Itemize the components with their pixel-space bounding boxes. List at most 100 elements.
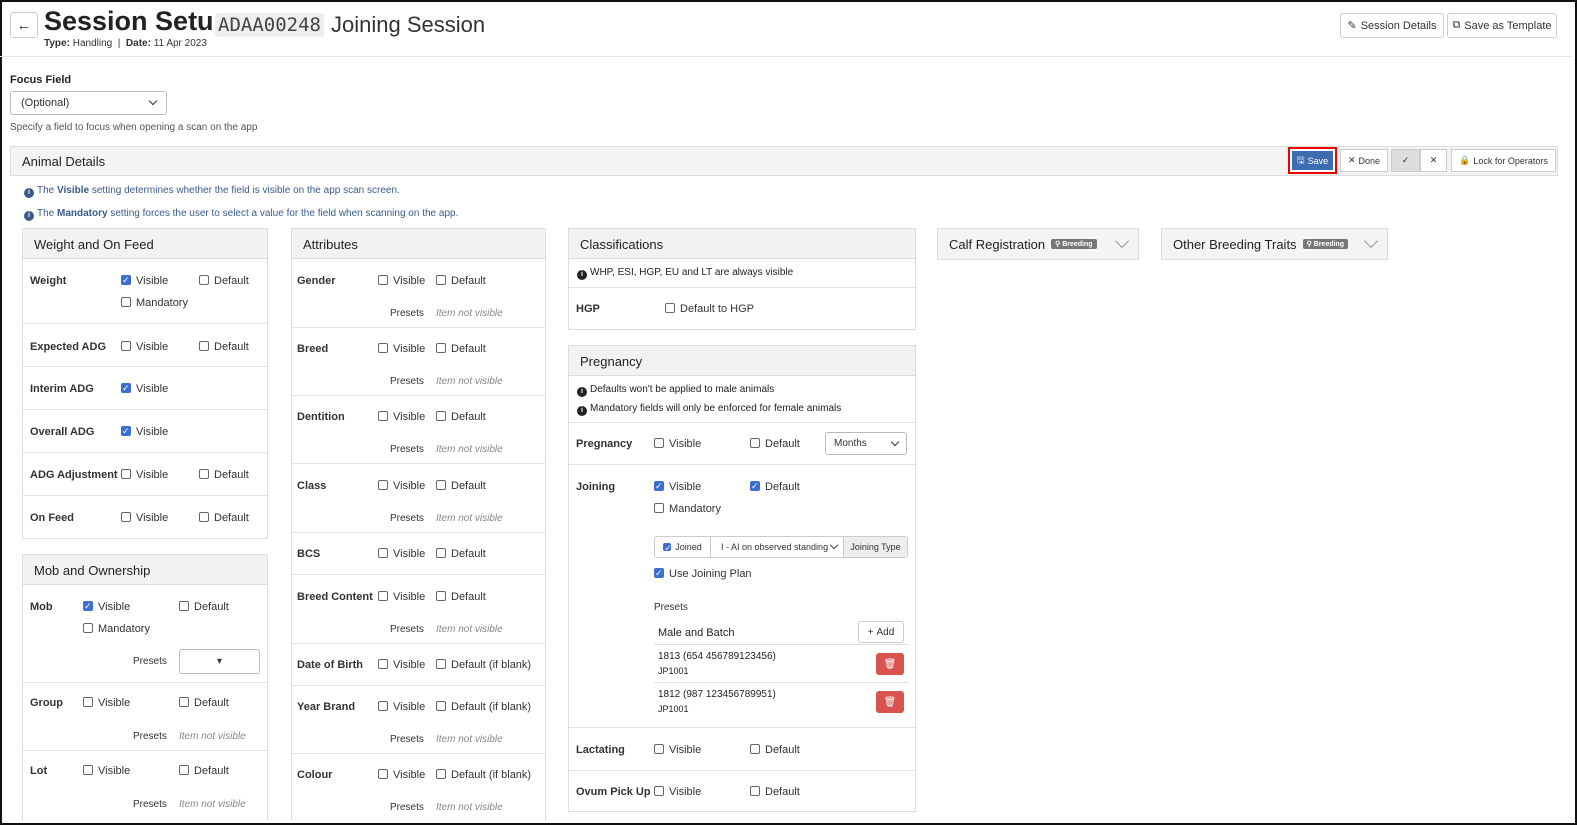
- back-button[interactable]: ←: [10, 12, 38, 38]
- ovum-visible-checkbox[interactable]: Visible: [654, 786, 701, 798]
- focus-field-select[interactable]: (Optional): [10, 91, 167, 115]
- interim-adg-visible-checkbox[interactable]: Visible: [121, 382, 168, 395]
- group-visible-checkbox[interactable]: Visible: [83, 697, 130, 709]
- mob-default-checkbox[interactable]: Default: [179, 601, 229, 613]
- lot-visible-checkbox[interactable]: Visible: [83, 765, 130, 777]
- weight-mandatory-checkbox[interactable]: Mandatory: [121, 297, 188, 309]
- dob-visible-checkbox[interactable]: Visible: [378, 659, 425, 671]
- divider: [569, 727, 915, 728]
- info-icon: i: [577, 387, 587, 397]
- on-feed-default-checkbox[interactable]: Default: [199, 512, 249, 524]
- confirm-toggle-button[interactable]: ✓: [1391, 149, 1420, 172]
- class-default-checkbox[interactable]: Default: [436, 480, 486, 492]
- breed-default-checkbox[interactable]: Default: [436, 343, 486, 355]
- item-not-visible: Item not visible: [436, 376, 503, 387]
- visible-info: i The Visible setting determines whether …: [24, 185, 400, 198]
- other-breeding-traits-panel[interactable]: Other Breeding Traits ⚲ Breeding: [1161, 228, 1388, 260]
- checkbox-icon: [436, 411, 446, 421]
- delete-preset-button[interactable]: 🗑: [876, 691, 904, 713]
- breed-visible-checkbox[interactable]: Visible: [378, 343, 425, 355]
- add-preset-button[interactable]: + Add: [858, 621, 904, 643]
- info-icon: i: [24, 211, 34, 221]
- mob-mandatory-checkbox[interactable]: Mandatory: [83, 623, 150, 635]
- year-brand-visible-checkbox[interactable]: Visible: [378, 701, 425, 713]
- divider: [654, 682, 908, 683]
- checkbox-icon: [121, 512, 131, 522]
- checkbox-icon: [436, 343, 446, 353]
- item-not-visible: Item not visible: [436, 513, 503, 524]
- overall-adg-visible-checkbox[interactable]: Visible: [121, 425, 168, 438]
- joined-checkbox-addon[interactable]: Joined: [655, 537, 711, 557]
- done-button[interactable]: ✕ Done: [1340, 149, 1388, 172]
- divider: [569, 422, 915, 423]
- expected-adg-visible-checkbox[interactable]: Visible: [121, 341, 168, 353]
- gender-default-checkbox[interactable]: Default: [436, 275, 486, 287]
- adg-adjustment-visible-checkbox[interactable]: Visible: [121, 469, 168, 481]
- dentition-visible-checkbox[interactable]: Visible: [378, 411, 425, 423]
- joining-visible-checkbox[interactable]: Visible: [654, 480, 701, 493]
- mandatory-info: i The Mandatory setting forces the user t…: [24, 208, 458, 221]
- adg-adjustment-default-checkbox[interactable]: Default: [199, 469, 249, 481]
- cancel-toggle-button[interactable]: ✕: [1420, 149, 1447, 172]
- pregnancy-unit-value: Months: [834, 438, 867, 449]
- lot-default-checkbox[interactable]: Default: [179, 765, 229, 777]
- hgp-label: HGP: [576, 303, 600, 315]
- checkbox-icon: [378, 769, 388, 779]
- dentition-default-checkbox[interactable]: Default: [436, 411, 486, 423]
- checkbox-icon: [199, 469, 209, 479]
- expected-adg-default-checkbox[interactable]: Default: [199, 341, 249, 353]
- mob-visible-checkbox[interactable]: Visible: [83, 600, 130, 613]
- colour-visible-checkbox[interactable]: Visible: [378, 769, 425, 781]
- delete-preset-button[interactable]: 🗑: [876, 653, 904, 675]
- on-feed-visible-checkbox[interactable]: Visible: [121, 512, 168, 524]
- bcs-visible-checkbox[interactable]: Visible: [378, 548, 425, 560]
- row-label: Dentition: [297, 411, 345, 423]
- breed-content-visible-checkbox[interactable]: Visible: [378, 591, 425, 603]
- lock-for-operators-button[interactable]: 🔒 Lock for Operators: [1451, 149, 1556, 172]
- preset-title: 1813 (654 456789123456): [658, 651, 776, 662]
- group-default-checkbox[interactable]: Default: [179, 697, 229, 709]
- presets-label: Presets: [390, 376, 424, 387]
- joining-default-checkbox[interactable]: Default: [750, 480, 800, 493]
- checkbox-icon: [378, 343, 388, 353]
- divider: [23, 409, 267, 410]
- mob-presets-select[interactable]: ▾: [179, 649, 260, 674]
- class-visible-checkbox[interactable]: Visible: [378, 480, 425, 492]
- gender-visible-checkbox[interactable]: Visible: [378, 275, 425, 287]
- year-brand-default-checkbox[interactable]: Default (if blank): [436, 701, 531, 713]
- checkbox-icon: [378, 275, 388, 285]
- add-label: Add: [876, 626, 895, 638]
- copy-icon: ⧉: [1452, 19, 1461, 31]
- session-details-button[interactable]: ✎ Session Details: [1340, 13, 1444, 38]
- preset-sub: JP1001: [658, 666, 689, 676]
- item-not-visible: Item not visible: [436, 734, 503, 745]
- lactating-default-checkbox[interactable]: Default: [750, 744, 800, 756]
- save-button[interactable]: 🖫 Save: [1288, 147, 1337, 174]
- default-to-hgp-checkbox[interactable]: Default to HGP: [665, 303, 754, 315]
- calf-registration-panel[interactable]: Calf Registration ⚲ Breeding: [937, 228, 1139, 260]
- item-not-visible: Item not visible: [436, 802, 503, 813]
- pregnancy-unit-select[interactable]: Months: [825, 432, 907, 455]
- joining-method-select[interactable]: I - AI on observed standing: [711, 537, 843, 557]
- dob-default-checkbox[interactable]: Default (if blank): [436, 659, 531, 671]
- ovum-default-checkbox[interactable]: Default: [750, 786, 800, 798]
- pregnancy-default-checkbox[interactable]: Default: [750, 438, 800, 450]
- focus-field-value: (Optional): [21, 97, 70, 109]
- lactating-visible-checkbox[interactable]: Visible: [654, 744, 701, 756]
- breed-content-default-checkbox[interactable]: Default: [436, 591, 486, 603]
- pregnancy-visible-checkbox[interactable]: Visible: [654, 438, 701, 450]
- weight-visible-checkbox[interactable]: Visible: [121, 274, 168, 287]
- check-icon: ✓: [1401, 155, 1410, 165]
- weight-default-checkbox[interactable]: Default: [199, 275, 249, 287]
- chevron-down-icon: [1363, 233, 1379, 249]
- item-not-visible: Item not visible: [436, 308, 503, 319]
- colour-default-checkbox[interactable]: Default (if blank): [436, 769, 531, 781]
- save-as-template-button[interactable]: ⧉ Save as Template: [1447, 13, 1557, 38]
- use-joining-plan-checkbox[interactable]: Use Joining Plan: [654, 567, 752, 580]
- caret-down-icon: ▾: [216, 656, 223, 667]
- row-label: Breed Content: [297, 591, 373, 603]
- joining-mandatory-checkbox[interactable]: Mandatory: [654, 503, 721, 515]
- row-label: Mob: [30, 601, 53, 613]
- bcs-default-checkbox[interactable]: Default: [436, 548, 486, 560]
- pregnancy-label: Pregnancy: [576, 438, 633, 450]
